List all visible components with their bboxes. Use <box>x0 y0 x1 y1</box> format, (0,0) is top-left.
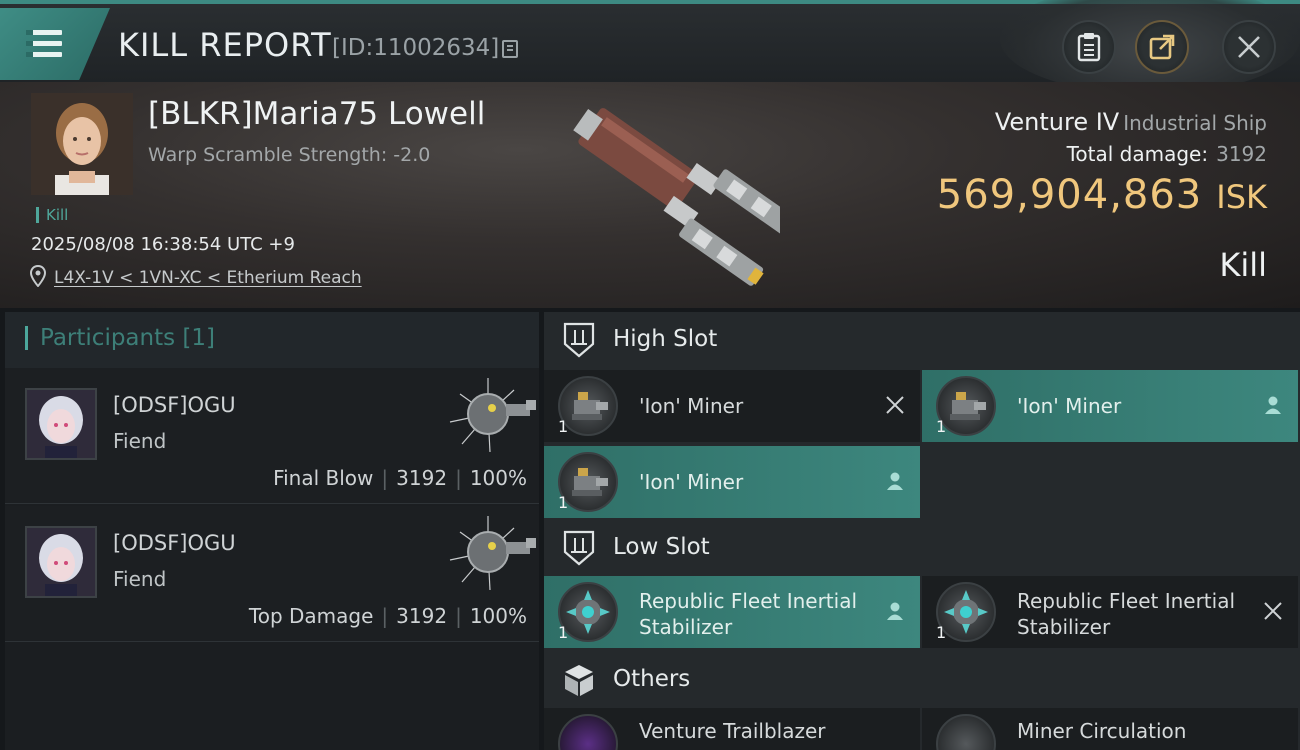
clipboard-icon <box>1077 33 1101 62</box>
isk-unit: ISK <box>1216 178 1267 216</box>
kill-datetime: 2025/08/08 16:38:54 UTC +9 <box>31 234 295 255</box>
high-slot-icon <box>563 322 595 358</box>
close-icon <box>1238 36 1260 58</box>
module-item[interactable]: 1 Republic Fleet Inertial Stabilizer <box>544 576 920 648</box>
isk-value: 569,904,863 ISK <box>937 172 1267 218</box>
module-name: Venture Trailblazer <box>639 719 826 743</box>
title-bar: KILL REPORT [ID:11002634] <box>0 0 1300 94</box>
ship-name[interactable]: Venture IV Industrial Ship <box>995 108 1267 136</box>
participants-panel: Participants [1] [ODSF]OGU Fiend Final B… <box>5 312 539 750</box>
participants-title: Participants [1] <box>25 326 215 350</box>
module-name: Republic Fleet Inertial Stabilizer <box>639 589 858 639</box>
module-item[interactable]: 1 'Ion' Miner <box>922 370 1298 442</box>
others-header: Others <box>544 652 1300 708</box>
dropped-person-icon <box>1265 396 1281 414</box>
module-quantity: 1 <box>558 623 569 642</box>
participant-role: Final Blow <box>273 466 374 490</box>
warp-scramble-strength: Warp Scramble Strength: -2.0 <box>148 144 431 166</box>
participants-header: Participants [1] <box>5 312 539 368</box>
module-name: 'Ion' Miner <box>1017 394 1122 418</box>
high-slot-header: High Slot <box>544 312 1300 368</box>
victim-name[interactable]: [BLKR]Maria75 Lowell <box>148 96 485 132</box>
kill-banner: [BLKR]Maria75 Lowell Warp Scramble Stren… <box>0 82 1300 308</box>
miner-circulation-icon <box>936 714 996 750</box>
dropped-person-icon <box>887 472 903 490</box>
destroyed-icon <box>1264 602 1282 620</box>
others-label: Others <box>613 666 691 692</box>
participant-avatar[interactable] <box>25 526 97 598</box>
module-item[interactable]: 1 'Ion' Miner <box>544 446 920 518</box>
isk-amount: 569,904,863 <box>936 172 1203 218</box>
participant-row[interactable]: [ODSF]OGU Fiend Final Blow | 3192 | 100% <box>5 368 539 504</box>
module-name: Miner Circulation <box>1017 719 1187 743</box>
participant-damage: 3192 <box>396 604 448 628</box>
module-name: Republic Fleet Inertial Stabilizer <box>1017 589 1236 639</box>
location-pin-icon <box>30 265 46 287</box>
participant-name[interactable]: [ODSF]OGU <box>113 531 236 555</box>
module-item[interactable]: 1 Republic Fleet Inertial Stabilizer <box>922 576 1298 648</box>
cube-icon <box>565 665 593 696</box>
participant-damage: 3192 <box>396 466 448 490</box>
participant-row[interactable]: [ODSF]OGU Fiend Top Damage | 3192 | 100% <box>5 506 539 642</box>
total-damage-value: 3192 <box>1216 142 1267 166</box>
module-quantity: 1 <box>936 623 947 642</box>
share-button[interactable] <box>1135 20 1189 74</box>
participant-ship-image <box>449 516 536 591</box>
module-quantity: 1 <box>558 417 569 436</box>
high-slot-label: High Slot <box>613 326 718 352</box>
module-item[interactable]: Venture Trailblazer <box>544 708 920 750</box>
participants-count: [1] <box>182 325 216 351</box>
participant-role: Top Damage <box>248 604 374 628</box>
total-damage: Total damage: 3192 <box>1066 142 1267 166</box>
participant-ship: Fiend <box>113 567 167 591</box>
share-icon <box>1149 34 1175 60</box>
participant-percent: 100% <box>469 466 527 490</box>
destroyed-icon <box>886 396 904 414</box>
report-id: [ID:11002634] <box>332 35 500 61</box>
trailblazer-item-icon <box>558 714 618 750</box>
participant-stats: Top Damage | 3192 | 100% <box>248 604 527 628</box>
participant-name[interactable]: [ODSF]OGU <box>113 393 236 417</box>
participant-ship: Fiend <box>113 429 167 453</box>
participant-percent: 100% <box>469 604 527 628</box>
dropped-person-icon <box>887 602 903 620</box>
kill-tag: Kill <box>36 207 68 223</box>
low-slot-icon <box>563 530 595 566</box>
module-item[interactable]: Miner Circulation <box>922 708 1298 750</box>
fitting-panel: High Slot 1 'Ion' Miner 1 'Ion' Miner 1 … <box>544 312 1300 750</box>
kill-result: Kill <box>1219 246 1267 284</box>
module-name: 'Ion' Miner <box>639 394 744 418</box>
participant-stats: Final Blow | 3192 | 100% <box>273 466 527 490</box>
module-quantity: 1 <box>558 493 569 512</box>
ship-image <box>573 108 780 286</box>
close-button[interactable] <box>1222 20 1276 74</box>
victim-avatar[interactable] <box>31 93 133 195</box>
module-name: 'Ion' Miner <box>639 470 744 494</box>
low-slot-header: Low Slot <box>544 520 1300 576</box>
page-title: KILL REPORT <box>118 26 332 64</box>
location-link[interactable]: L4X-1V < 1VN-XC < Etherium Reach <box>54 268 362 288</box>
copy-icon[interactable] <box>502 40 518 58</box>
module-item[interactable]: 1 'Ion' Miner <box>544 370 920 442</box>
participant-avatar[interactable] <box>25 388 97 460</box>
low-slot-label: Low Slot <box>613 534 710 560</box>
module-quantity: 1 <box>936 417 947 436</box>
ship-class: Industrial Ship <box>1123 111 1267 135</box>
participant-ship-image <box>449 378 536 453</box>
menu-icon <box>26 30 62 58</box>
menu-button[interactable] <box>0 8 110 80</box>
clipboard-button[interactable] <box>1062 20 1116 74</box>
